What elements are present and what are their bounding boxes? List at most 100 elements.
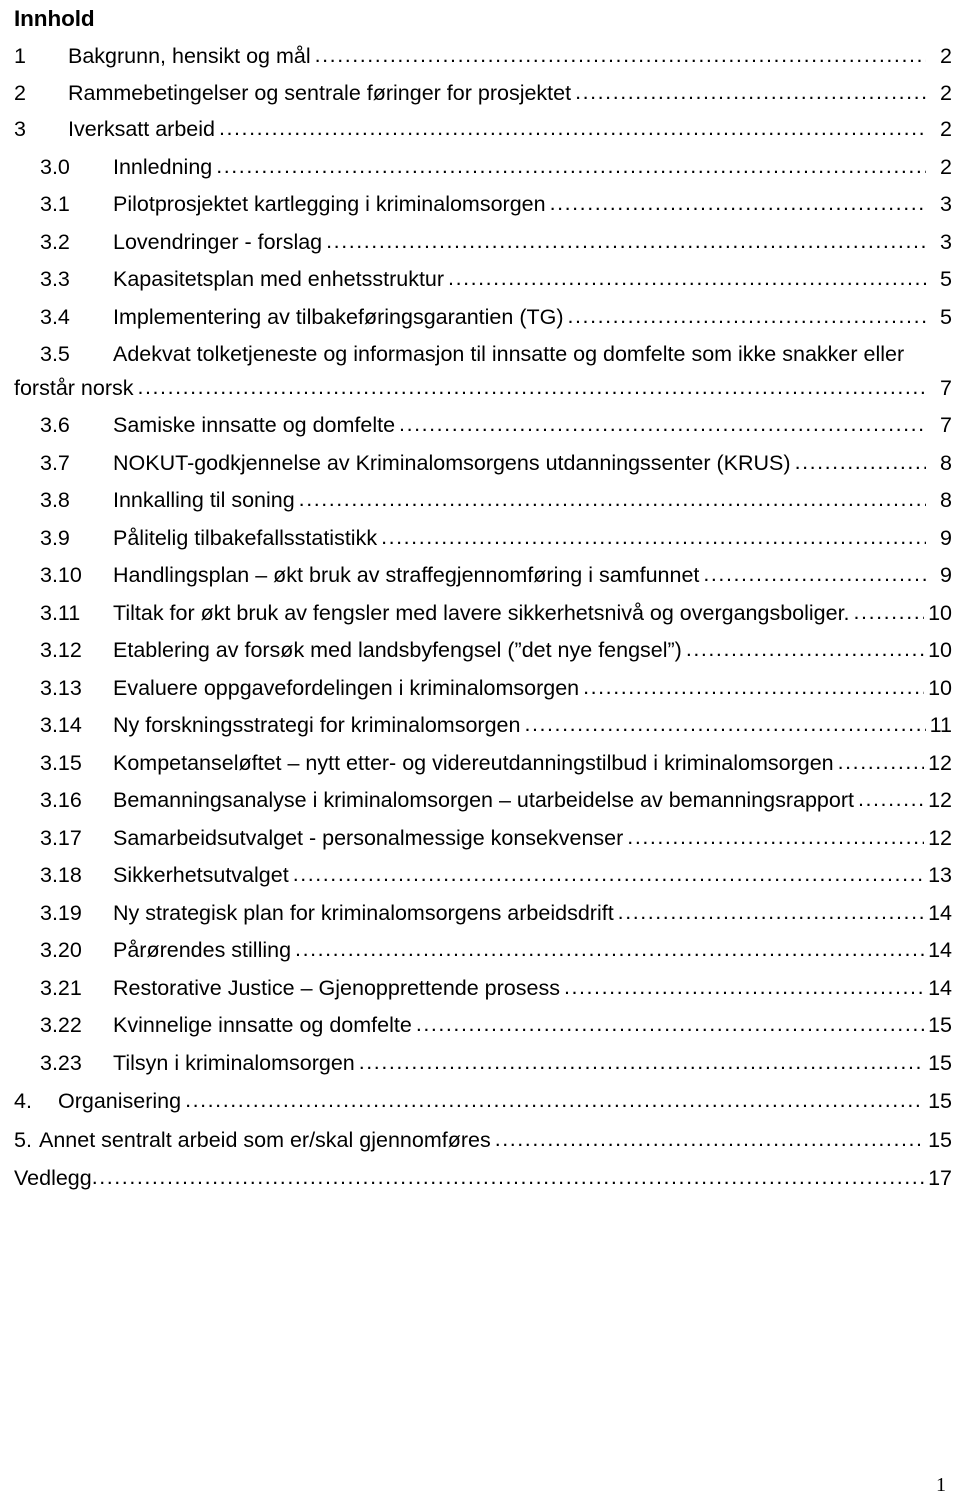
toc-entry-number: 3.22 xyxy=(40,1013,82,1038)
toc-entry-number: 2 xyxy=(14,80,26,105)
toc-entry-number: 3.13 xyxy=(40,675,82,700)
toc-entry-number: 3.4 xyxy=(40,304,70,329)
toc-entry[interactable]: 3.19 Ny strategisk plan for kriminalomsor… xyxy=(14,900,952,925)
toc-entry-number: 3.7 xyxy=(40,450,70,475)
toc-entry[interactable]: Vedlegg.................................… xyxy=(14,1166,952,1191)
page-title: Innhold xyxy=(14,6,95,31)
toc-entry-number: 3.20 xyxy=(40,938,82,963)
toc-entry[interactable]: 3.5 Adekvat tolketjeneste og informasjon … xyxy=(14,344,952,366)
toc-entry-number: 3.12 xyxy=(40,638,82,663)
toc-entry[interactable]: 3.22 Kvinnelige innsatte og domfelte.....… xyxy=(14,1013,952,1038)
toc-leader-dots: ........................................… xyxy=(295,939,925,961)
toc-entry-number: 3.21 xyxy=(40,975,82,1000)
toc-entry-page-number: 9 xyxy=(940,563,952,588)
toc-entry-title: Rammebetingelser og sentrale føringer fo… xyxy=(68,80,572,105)
toc-entry[interactable]: 5. Annet sentralt arbeid som er/skal gjen… xyxy=(14,1127,952,1152)
toc-entry[interactable]: 3.11 Tiltak for økt bruk av fengsler med … xyxy=(14,600,952,625)
toc-entry-page-number: 12 xyxy=(928,750,952,775)
toc-entry-number: 3.0 xyxy=(40,154,70,179)
toc-leader-dots: ........................................… xyxy=(837,751,924,774)
toc-entry-title: Handlingsplan – økt bruk av straffegjenn… xyxy=(113,563,700,588)
toc-entry-title: Sikkerhetsutvalget xyxy=(113,863,289,888)
toc-entry-number: 3.5 xyxy=(40,342,70,367)
toc-leader-dots: ........................................… xyxy=(358,1051,924,1074)
toc-leader-dots: ........................................… xyxy=(853,601,925,624)
toc-entry-continuation[interactable]: forstår norsk...........................… xyxy=(14,376,952,400)
toc-entry-title: Bemanningsanalyse i kriminalomsorgen – u… xyxy=(113,788,854,813)
toc-entry-page-number: 3 xyxy=(940,192,952,217)
toc-entry-title: Samarbeidsutvalget - personalmessige kon… xyxy=(113,825,624,850)
toc-entry[interactable]: 3.17 Samarbeidsutvalget - personalmessige… xyxy=(14,825,952,850)
toc-entry-number: 3.15 xyxy=(40,750,82,775)
page-number-footer: 1 xyxy=(936,1474,946,1496)
toc-entry[interactable]: 3.2 Lovendringer - forslag...............… xyxy=(14,230,952,254)
toc-entry[interactable]: 3.6 Samiske innsatte og domfelte.........… xyxy=(14,414,952,437)
toc-entry-title: Tiltak for økt bruk av fengsler med lave… xyxy=(113,600,850,625)
toc-entry-page-number: 14 xyxy=(928,938,952,963)
toc-entry-number: 3.23 xyxy=(40,1050,82,1075)
toc-leader-dots: ........................................… xyxy=(216,155,926,178)
toc-entry[interactable]: 3.8 Innkalling til soning................… xyxy=(14,488,952,513)
toc-entry[interactable]: 3.14 Ny forskningsstrategi for kriminalom… xyxy=(14,713,952,738)
toc-entry-page-number: 10 xyxy=(928,638,952,663)
toc-entry[interactable]: 3.18 Sikkerhetsutvalget..................… xyxy=(14,863,952,888)
toc-entry-title: Etablering av forsøk med landsbyfengsel … xyxy=(113,638,682,663)
toc-entry[interactable]: 3.15 Kompetanseløftet – nytt etter- og vi… xyxy=(14,750,952,775)
toc-entry-title: NOKUT-godkjennelse av Kriminalomsorgens … xyxy=(113,450,791,475)
toc-entry-page-number: 10 xyxy=(928,675,952,700)
toc-leader-dots: ........................................… xyxy=(218,118,926,140)
toc-entry[interactable]: 3.13 Evaluere oppgavefordelingen i krimin… xyxy=(14,675,952,700)
toc-entry-title: Ny strategisk plan for kriminalomsorgens… xyxy=(113,900,614,925)
toc-entry-page-number: 9 xyxy=(940,525,952,550)
toc-entry-title: Organisering xyxy=(58,1089,182,1114)
toc-leader-dots: ........................................… xyxy=(583,676,924,699)
toc-entry[interactable]: 3.4 Implementering av tilbakeføringsgaran… xyxy=(14,304,952,329)
toc-entry-page-number: 10 xyxy=(928,600,952,625)
toc-entry-page-number: 11 xyxy=(929,713,952,738)
toc-entry[interactable]: 3.3 Kapasitetsplan med enhetsstruktur....… xyxy=(14,267,952,292)
toc-entry[interactable]: 3.21 Restorative Justice – Gjenopprettend… xyxy=(14,975,952,1000)
toc-leader-dots: ........................................… xyxy=(137,376,926,399)
toc-leader-dots: ........................................… xyxy=(703,564,926,586)
toc-entry-number: 1 xyxy=(14,44,26,69)
toc-leader-dots: ........................................… xyxy=(326,230,926,253)
toc-entry[interactable]: 3.9 Pålitelig tilbakefallsstatistikk.....… xyxy=(14,525,952,550)
toc-entry[interactable]: 3.1 Pilotprosjektet kartlegging i krimina… xyxy=(14,192,952,217)
toc-entry[interactable]: 4. Organisering..........................… xyxy=(14,1089,952,1114)
toc-leader-dots: ........................................… xyxy=(685,639,925,661)
toc-leader-dots: ........................................… xyxy=(415,1014,924,1036)
toc-leader-dots: ........................................… xyxy=(563,976,925,999)
toc-entry-title: Evaluere oppgavefordelingen i kriminalom… xyxy=(113,675,580,700)
toc-entry[interactable]: 3.7 NOKUT-godkjennelse av Kriminalomsorge… xyxy=(14,450,952,475)
toc-entry-number: 3.18 xyxy=(40,863,82,888)
toc-entry-page-number: 17 xyxy=(928,1166,952,1191)
toc-entry-title: Tilsyn i kriminalomsorgen xyxy=(113,1050,355,1075)
toc-entry-number: 4. xyxy=(14,1089,32,1114)
toc-entry-number: 3.8 xyxy=(40,488,70,513)
toc-entry[interactable]: 3.16 Bemanningsanalyse i kriminalomsorgen… xyxy=(14,788,952,813)
document-page: Innhold 1 Bakgrunn, hensikt og mål.......… xyxy=(0,0,960,1511)
toc-entry[interactable]: 1 Bakgrunn, hensikt og mål...............… xyxy=(14,44,952,69)
toc-entry-number: 3.10 xyxy=(40,563,82,588)
toc-entry-page-number: 2 xyxy=(940,80,952,105)
toc-entry-page-number: 12 xyxy=(928,788,952,813)
toc-leader-dots: ........................................… xyxy=(617,901,924,924)
toc-entry-page-number: 8 xyxy=(940,450,952,475)
toc-entry[interactable]: 3.0 Innledning...........................… xyxy=(14,154,952,179)
toc-entry-page-number: 14 xyxy=(928,975,952,1000)
toc-entry[interactable]: 3.20 Pårørendes stilling.................… xyxy=(14,938,952,963)
toc-entry-title: Bakgrunn, hensikt og mål xyxy=(68,44,311,69)
toc-entry-page-number: 15 xyxy=(928,1013,952,1038)
toc-entry-number: 3.3 xyxy=(40,267,70,292)
toc-entry-number: 3 xyxy=(14,117,26,142)
toc-entry[interactable]: 3.23 Tilsyn i kriminalomsorgen...........… xyxy=(14,1050,952,1075)
toc-entry-title: Pilotprosjektet kartlegging i kriminalom… xyxy=(113,192,546,217)
toc-entry-title: Kapasitetsplan med enhetsstruktur xyxy=(113,267,445,292)
toc-entry-number: 5. xyxy=(14,1127,32,1152)
toc-entry-title: Implementering av tilbakeføringsgarantie… xyxy=(113,304,564,329)
toc-entry[interactable]: 3.10 Handlingsplan – økt bruk av straffeg… xyxy=(14,563,952,588)
toc-entry[interactable]: 3 Iverksatt arbeid.......................… xyxy=(14,117,952,142)
toc-entry-title: Pålitelig tilbakefallsstatistikk xyxy=(113,525,378,550)
toc-entry[interactable]: 2 Rammebetingelser og sentrale føringer f… xyxy=(14,80,952,105)
toc-entry[interactable]: 3.12 Etablering av forsøk med landsbyfeng… xyxy=(14,638,952,663)
